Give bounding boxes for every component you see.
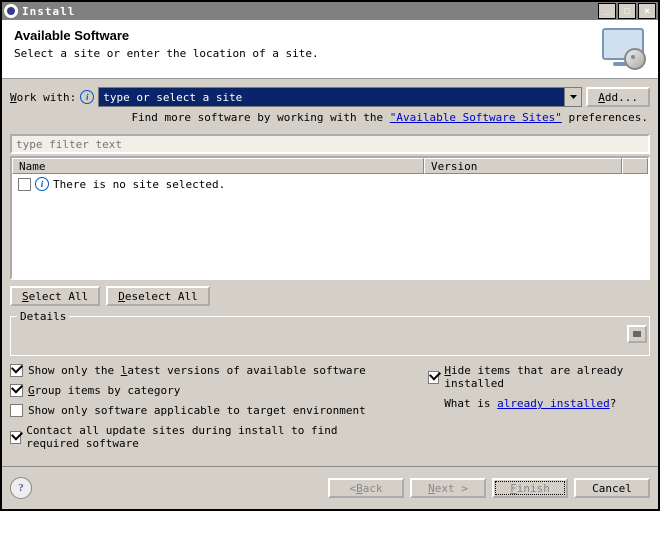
checkbox-icon[interactable] <box>10 364 23 377</box>
dialog-header: Available Software Select a site or ente… <box>2 20 658 79</box>
option-group[interactable]: Group items by category <box>10 384 388 397</box>
row-text: There is no site selected. <box>53 178 225 191</box>
maximize-button[interactable]: □ <box>618 3 636 19</box>
option-hide[interactable]: Hide items that are already installed <box>428 364 650 390</box>
finish-button: Finish <box>492 478 568 498</box>
install-icon <box>598 28 646 70</box>
window-title: Install <box>22 5 598 18</box>
work-with-combo[interactable] <box>98 87 582 107</box>
table-row[interactable]: i There is no site selected. <box>14 176 646 192</box>
software-table: Name Version i There is no site selected… <box>10 156 650 280</box>
chevron-down-icon[interactable] <box>564 88 581 106</box>
checkbox-icon[interactable] <box>10 404 23 417</box>
details-group: Details <box>10 316 650 356</box>
column-version[interactable]: Version <box>424 158 622 174</box>
close-button[interactable]: × <box>638 3 656 19</box>
available-sites-link[interactable]: "Available Software Sites" <box>390 111 562 124</box>
checkbox-icon[interactable] <box>10 431 21 444</box>
row-checkbox[interactable] <box>18 178 31 191</box>
back-button: < Back <box>328 478 404 498</box>
already-installed-link[interactable]: already installed <box>497 397 610 410</box>
select-all-button[interactable]: Select All <box>10 286 100 306</box>
option-latest[interactable]: Show only the latest versions of availab… <box>10 364 388 377</box>
add-button[interactable]: Add... <box>586 87 650 107</box>
page-subtitle: Select a site or enter the location of a… <box>14 47 590 60</box>
cancel-button[interactable]: Cancel <box>574 478 650 498</box>
info-icon[interactable]: i <box>80 90 94 104</box>
checkbox-icon[interactable] <box>428 371 439 384</box>
minimize-button[interactable]: _ <box>598 3 616 19</box>
page-title: Available Software <box>14 28 590 43</box>
next-button: Next > <box>410 478 486 498</box>
option-contact[interactable]: Contact all update sites during install … <box>10 424 388 450</box>
filter-input[interactable] <box>10 134 650 154</box>
help-icon[interactable]: ? <box>10 477 32 499</box>
deselect-all-button[interactable]: Deselect All <box>106 286 209 306</box>
work-with-label: Work with: <box>10 91 76 104</box>
work-with-input[interactable] <box>99 88 564 106</box>
sites-hint: Find more software by working with the "… <box>10 111 650 124</box>
info-icon: i <box>35 177 49 191</box>
option-target[interactable]: Show only software applicable to target … <box>10 404 388 417</box>
install-dialog: Install _ □ × Available Software Select … <box>0 0 660 511</box>
checkbox-icon[interactable] <box>10 384 23 397</box>
eclipse-icon <box>4 4 18 18</box>
details-legend: Details <box>17 310 69 323</box>
titlebar: Install _ □ × <box>2 2 658 20</box>
column-spacer <box>622 158 648 174</box>
already-installed-hint: What is already installed? <box>428 397 650 410</box>
details-collapse-button[interactable] <box>627 325 647 343</box>
column-name[interactable]: Name <box>12 158 424 174</box>
